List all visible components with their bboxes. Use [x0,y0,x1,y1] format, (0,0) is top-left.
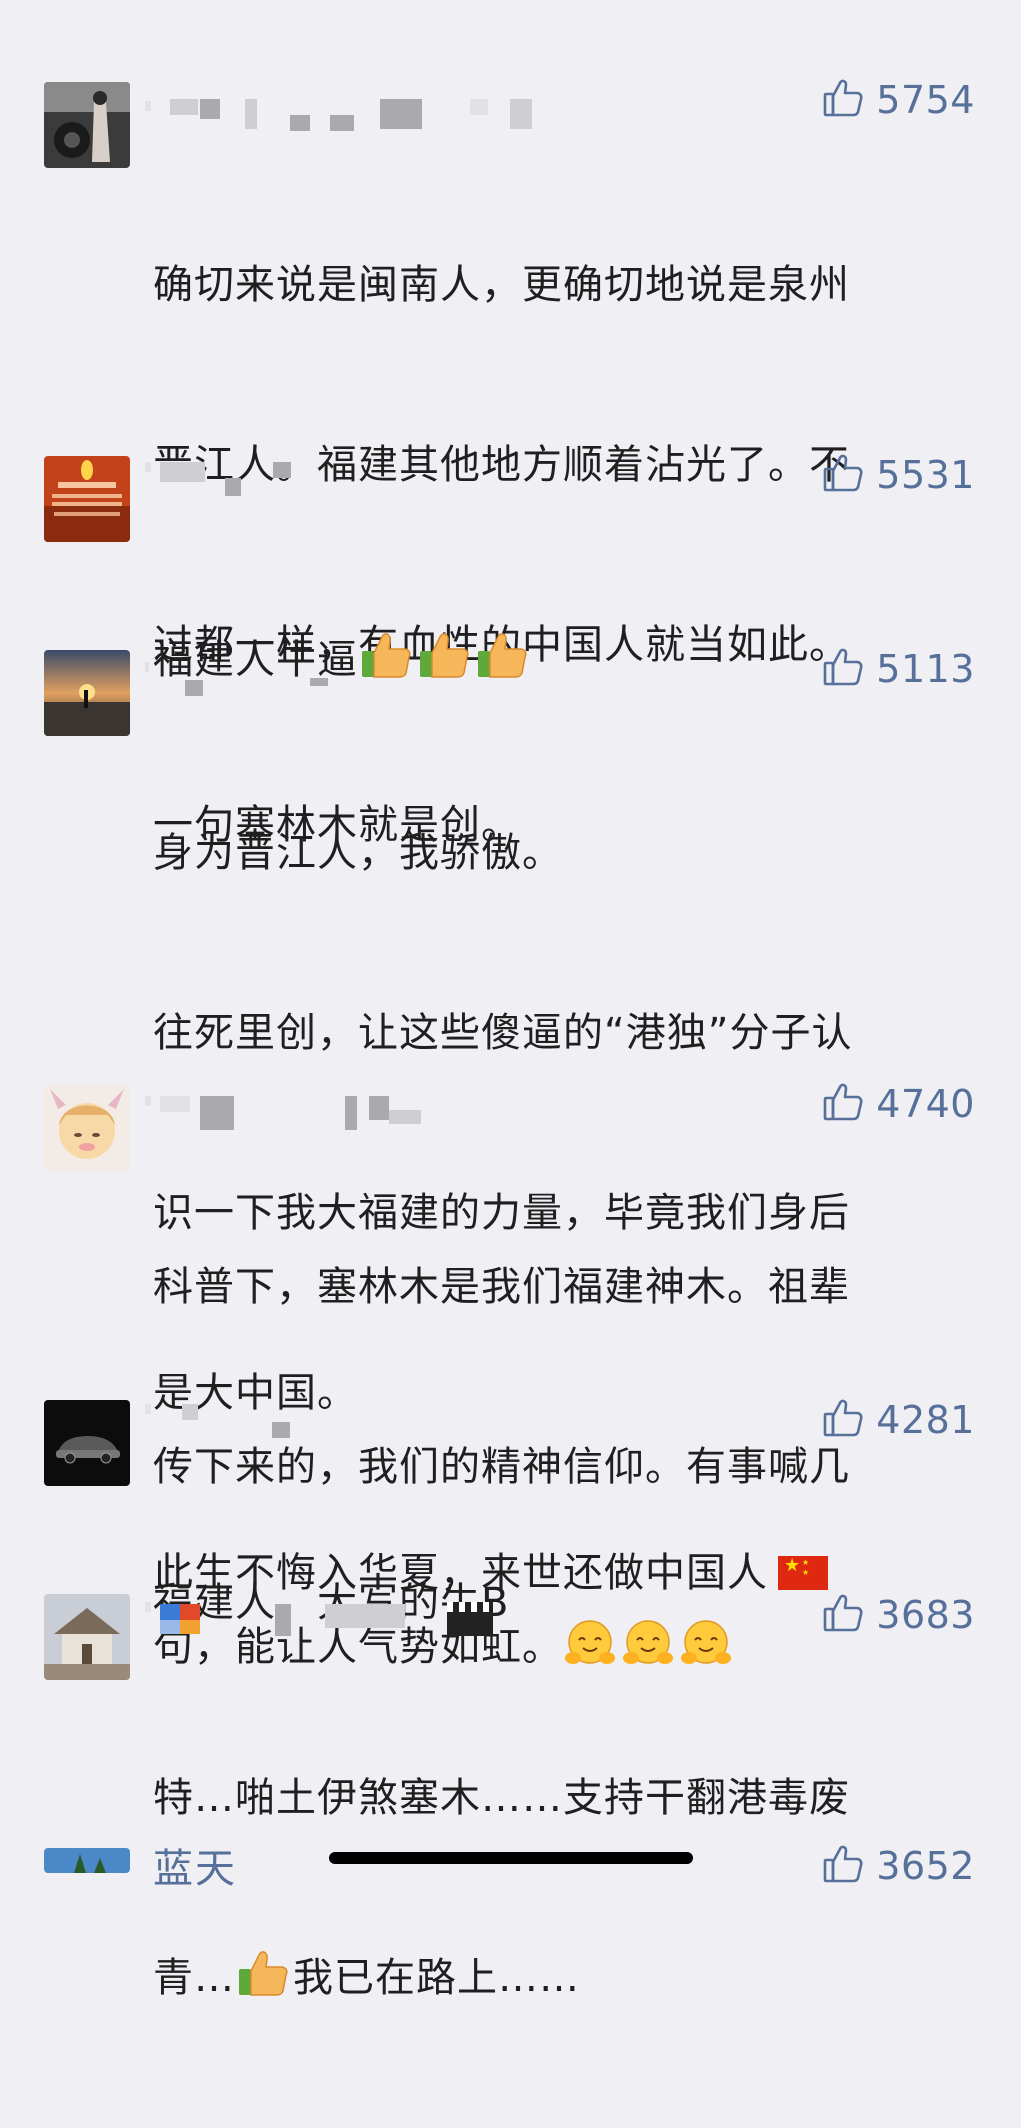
thumbs-up-outline-icon [822,452,876,498]
like-count: 3683 [876,1593,975,1637]
avatar[interactable] [44,1594,130,1680]
thumbs-up-outline-icon [822,646,876,692]
thumbs-up-outline-icon [822,77,876,123]
comment-line: 特…啪土伊煞塞木……支持干翻港毒废 [153,1775,850,1821]
avatar[interactable] [44,456,130,542]
like-button[interactable]: 4281 [822,1396,975,1444]
comment-line: 青… 我已在路上…… [153,1948,953,2008]
comment-line-text: 青… [153,1955,235,2001]
comment-line: 确切来说是闽南人，更确切地说是泉州 [153,262,850,308]
like-count: 5754 [876,78,975,122]
nickname-redacted[interactable] [145,658,565,698]
like-button[interactable]: 5754 [822,76,975,124]
nickname-redacted[interactable] [145,1400,565,1440]
like-button[interactable]: 4740 [822,1080,975,1128]
like-button[interactable]: 3683 [822,1591,975,1639]
like-button[interactable]: 3652 [822,1842,975,1890]
clapper-board-emoji [447,1602,493,1636]
like-count: 4281 [876,1398,975,1442]
like-button[interactable]: 5113 [822,645,975,693]
thumbs-up-emoji [235,1949,289,1999]
avatar[interactable] [44,82,130,168]
like-button[interactable]: 5531 [822,451,975,499]
avatar[interactable] [44,1848,130,1873]
avatar[interactable] [44,1400,130,1486]
avatar[interactable] [44,650,130,736]
comment-line: 往死里创，让这些傻逼的“港独”分子认 [153,1010,853,1056]
like-count: 3652 [876,1844,975,1888]
home-indicator[interactable] [329,1852,693,1864]
thumbs-up-outline-icon [822,1397,876,1443]
nickname-redacted[interactable] [145,95,565,135]
avatar[interactable] [44,1085,130,1171]
like-count: 5531 [876,453,975,497]
like-count: 5113 [876,647,975,691]
like-count: 4740 [876,1082,975,1126]
comment-line: 科普下，塞林木是我们福建神木。祖辈 [153,1264,850,1310]
nickname-redacted[interactable] [145,1092,565,1132]
nickname-redacted[interactable] [145,458,565,498]
nickname-redacted[interactable] [145,1598,565,1638]
thumbs-up-outline-icon [822,1843,876,1889]
comment-line-text: 我已在路上…… [293,1955,580,2001]
thumbs-up-outline-icon [822,1081,876,1127]
comment-line: 身为晋江人，我骄傲。 [153,830,563,876]
nickname-link[interactable]: 蓝天 [153,1836,237,1894]
thumbs-up-outline-icon [822,1592,876,1638]
